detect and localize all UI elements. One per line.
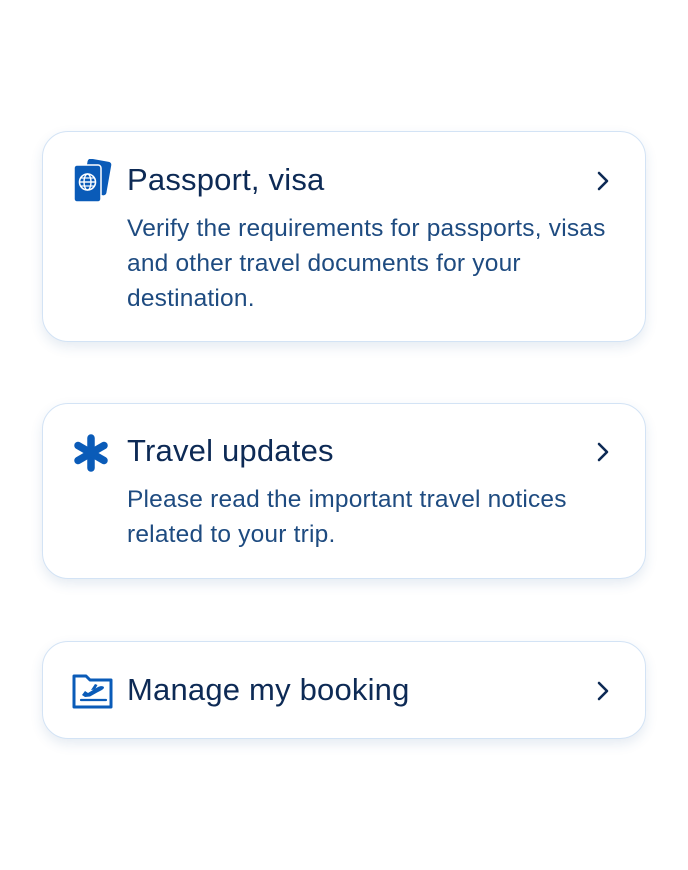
travel-updates-card[interactable]: Travel updates Please read the important… [42,403,646,579]
chevron-right-icon [593,440,613,464]
card-description: Please read the important travel notices… [127,486,567,548]
card-title: Travel updates [127,433,334,468]
booking-folder-icon [71,669,115,713]
chevron-right-icon [593,169,613,193]
card-title: Passport, visa [127,162,325,197]
manage-booking-card[interactable]: Manage my booking [42,641,646,739]
asterisk-icon [71,431,115,475]
passport-icon [71,159,115,203]
passport-visa-card[interactable]: Passport, visa Verify the requirements f… [42,131,646,342]
card-description: Verify the requirements for passports, v… [127,215,606,312]
chevron-right-icon [593,679,613,703]
card-title: Manage my booking [127,672,410,707]
